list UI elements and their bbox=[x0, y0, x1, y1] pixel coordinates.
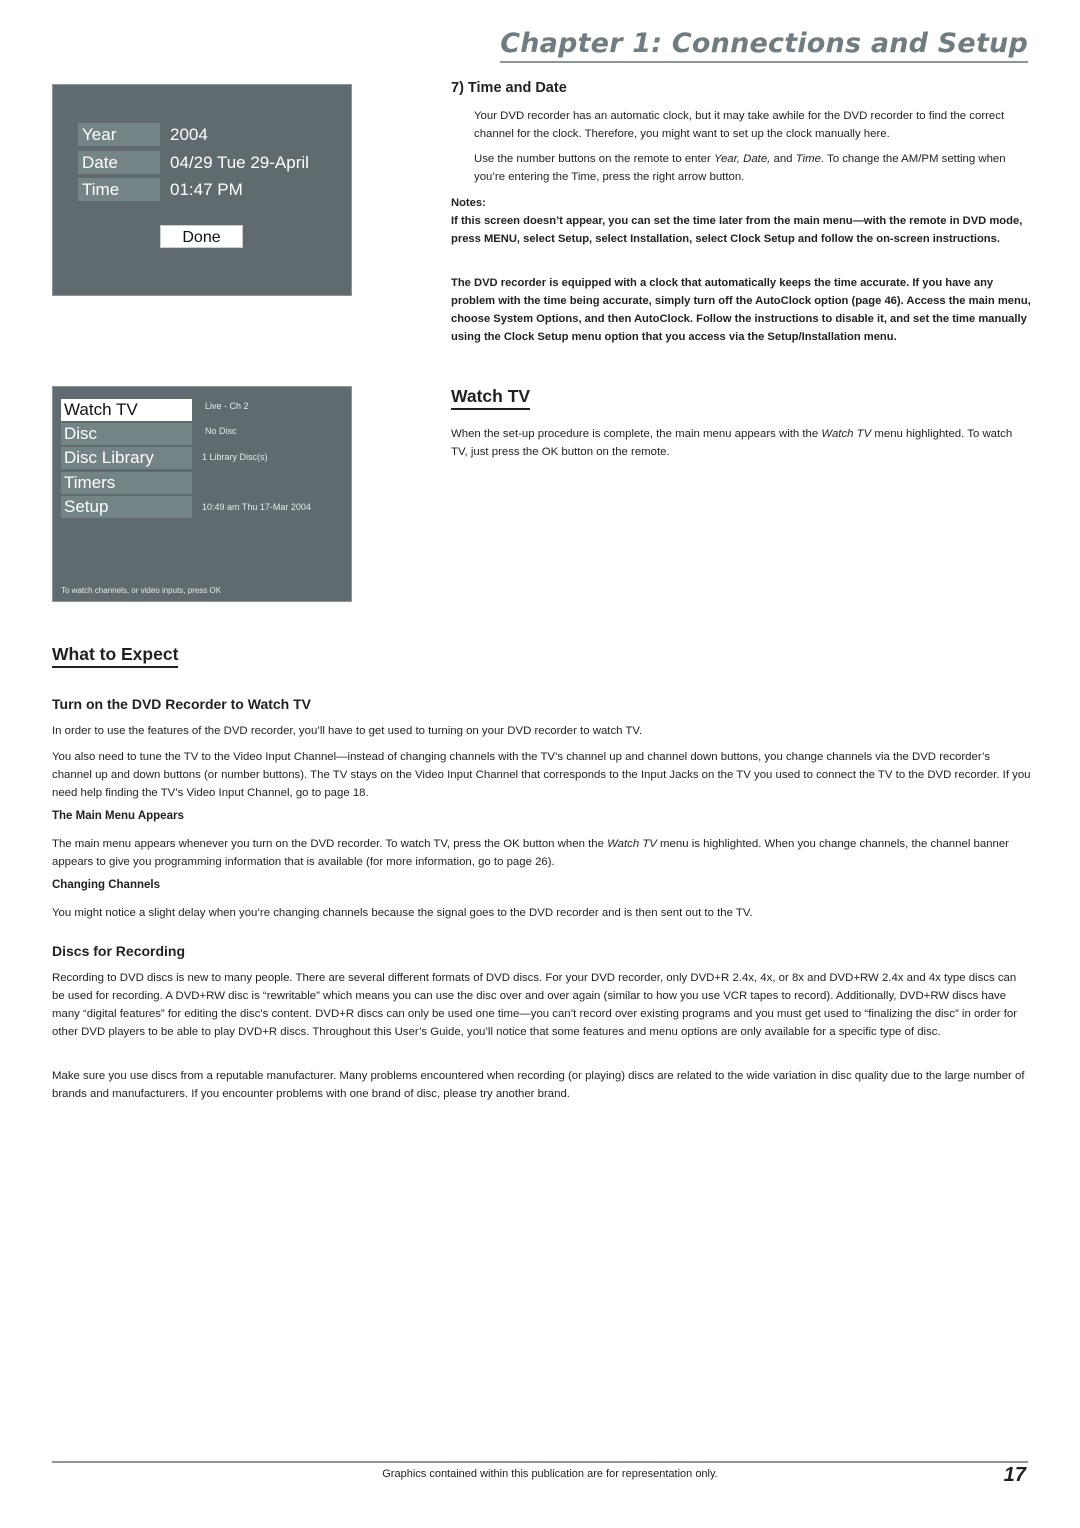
menu-hint: To watch channels, or video inputs, pres… bbox=[61, 586, 222, 595]
text-emphasis: Watch TV bbox=[607, 838, 657, 850]
menu-item-disc-library[interactable]: Disc Library bbox=[61, 447, 192, 469]
discs-for-recording-heading: Discs for Recording bbox=[52, 943, 186, 959]
watch-tv-heading: Watch TV bbox=[451, 386, 531, 410]
page-number: 17 bbox=[1003, 1464, 1026, 1486]
clock-row-date[interactable]: Date 04/29 Tue 29-April bbox=[78, 151, 309, 174]
clock-value: 2004 bbox=[170, 125, 208, 144]
changing-channels-paragraph: You might notice a slight delay when you… bbox=[52, 907, 753, 919]
note-2: The DVD recorder is equipped with a cloc… bbox=[451, 277, 1031, 343]
text: When the set-up procedure is complete, t… bbox=[451, 428, 822, 440]
time-date-paragraph-2: Use the number buttons on the remote to … bbox=[474, 150, 1029, 186]
text: Use the number buttons on the remote to … bbox=[474, 153, 714, 165]
clock-setup-screen: Year 2004 Date 04/29 Tue 29-April Time 0… bbox=[52, 84, 352, 296]
clock-label: Date bbox=[78, 151, 160, 174]
notes-label: Notes: bbox=[451, 197, 486, 209]
menu-info-disc: No Disc bbox=[205, 426, 237, 436]
main-menu-screen: Watch TV Disc Disc Library Timers Setup … bbox=[52, 386, 352, 602]
changing-channels-heading: Changing Channels bbox=[52, 879, 160, 891]
header-rule bbox=[500, 61, 1028, 63]
menu-info-disc-library: 1 Library Disc(s) bbox=[202, 452, 268, 462]
menu-info-setup: 10:49 am Thu 17-Mar 2004 bbox=[202, 502, 311, 512]
watch-tv-paragraph: When the set-up procedure is complete, t… bbox=[451, 425, 1031, 461]
clock-value: 01:47 PM bbox=[170, 180, 243, 199]
clock-value: 04/29 Tue 29-April bbox=[170, 153, 309, 172]
text: The main menu appears whenever you turn … bbox=[52, 838, 608, 850]
chapter-title: Chapter 1: Connections and Setup bbox=[500, 28, 1028, 59]
time-date-paragraph-1: Your DVD recorder has an automatic clock… bbox=[474, 110, 1005, 140]
text-emphasis: Year, Date, bbox=[713, 153, 771, 165]
turn-on-paragraph-1: In order to use the features of the DVD … bbox=[52, 725, 643, 737]
main-menu-appears-heading: The Main Menu Appears bbox=[52, 810, 184, 822]
clock-row-year[interactable]: Year 2004 bbox=[78, 123, 208, 146]
turn-on-heading: Turn on the DVD Recorder to Watch TV bbox=[52, 696, 312, 712]
note-1: If this screen doesn’t appear, you can s… bbox=[451, 215, 1023, 245]
main-menu-paragraph: The main menu appears whenever you turn … bbox=[52, 835, 1032, 871]
done-button[interactable]: Done bbox=[160, 225, 243, 248]
clock-label: Year bbox=[78, 123, 160, 146]
discs-paragraph-1: Recording to DVD discs is new to many pe… bbox=[52, 972, 1017, 1038]
menu-info-watch-tv: Live - Ch 2 bbox=[205, 401, 249, 411]
text-emphasis: Time bbox=[795, 153, 821, 165]
menu-item-disc[interactable]: Disc bbox=[61, 423, 192, 445]
menu-item-watch-tv[interactable]: Watch TV bbox=[61, 399, 192, 421]
footer-note: Graphics contained within this publicati… bbox=[382, 1468, 718, 1480]
text-emphasis: Watch TV bbox=[821, 428, 872, 440]
discs-paragraph-2: Make sure you use discs from a reputable… bbox=[52, 1070, 1025, 1100]
menu-item-timers[interactable]: Timers bbox=[61, 472, 192, 494]
clock-row-time[interactable]: Time 01:47 PM bbox=[78, 178, 243, 201]
footer-rule bbox=[52, 1461, 1028, 1463]
menu-item-setup[interactable]: Setup bbox=[61, 496, 192, 518]
clock-label: Time bbox=[78, 178, 160, 201]
text: and bbox=[770, 153, 796, 165]
time-and-date-heading: 7) Time and Date bbox=[451, 80, 567, 96]
what-to-expect-heading: What to Expect bbox=[52, 644, 179, 668]
turn-on-paragraph-2: You also need to tune the TV to the Vide… bbox=[52, 751, 1031, 799]
